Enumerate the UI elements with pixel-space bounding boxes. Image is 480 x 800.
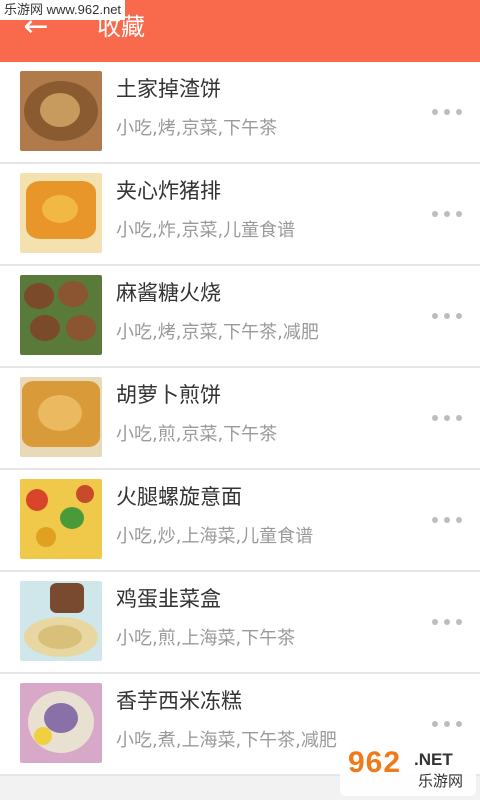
logo-site-name: 乐游网: [418, 772, 464, 790]
list-item[interactable]: 胡萝卜煎饼 小吃,煎,京菜,下午茶: [0, 368, 480, 470]
recipe-name: 香芋西米冻糕: [116, 689, 242, 713]
list-item[interactable]: 麻酱糖火烧 小吃,烤,京菜,下午茶,减肥: [0, 266, 480, 368]
recipe-thumbnail: [20, 173, 102, 253]
recipe-tags: 小吃,烤,京菜,下午茶: [116, 118, 278, 139]
list-item[interactable]: 土家掉渣饼 小吃,烤,京菜,下午茶: [0, 62, 480, 164]
more-options-icon[interactable]: [432, 102, 462, 122]
more-options-icon[interactable]: [432, 306, 462, 326]
recipe-name: 麻酱糖火烧: [116, 281, 221, 305]
recipe-tags: 小吃,炸,京菜,儿童食谱: [116, 220, 296, 241]
recipe-name: 胡萝卜煎饼: [116, 383, 221, 407]
favorites-list: 土家掉渣饼 小吃,烤,京菜,下午茶 夹心炸猪排 小吃,炸,京菜,儿童食谱 麻酱糖…: [0, 62, 480, 776]
recipe-thumbnail: [20, 275, 102, 355]
more-options-icon[interactable]: [432, 714, 462, 734]
recipe-tags: 小吃,烤,京菜,下午茶,减肥: [116, 322, 319, 343]
recipe-thumbnail: [20, 71, 102, 151]
recipe-tags: 小吃,煎,京菜,下午茶: [116, 424, 278, 445]
logo-number: 962: [348, 746, 402, 779]
recipe-tags: 小吃,炒,上海菜,儿童食谱: [116, 526, 314, 547]
more-options-icon[interactable]: [432, 510, 462, 530]
recipe-name: 鸡蛋韭菜盒: [116, 587, 221, 611]
site-watermark: 乐游网 www.962.net: [0, 0, 126, 20]
more-options-icon[interactable]: [432, 612, 462, 632]
recipe-name: 土家掉渣饼: [116, 77, 221, 101]
recipe-name: 夹心炸猪排: [116, 179, 221, 203]
recipe-tags: 小吃,煮,上海菜,下午茶,减肥: [116, 730, 337, 751]
list-item[interactable]: 鸡蛋韭菜盒 小吃,煎,上海菜,下午茶: [0, 572, 480, 674]
recipe-thumbnail: [20, 479, 102, 559]
more-options-icon[interactable]: [432, 204, 462, 224]
list-item[interactable]: 夹心炸猪排 小吃,炸,京菜,儿童食谱: [0, 164, 480, 266]
site-logo: 962 .NET 乐游网: [340, 744, 476, 796]
recipe-thumbnail: [20, 581, 102, 661]
more-options-icon[interactable]: [432, 408, 462, 428]
recipe-thumbnail: [20, 683, 102, 763]
recipe-name: 火腿螺旋意面: [116, 485, 242, 509]
list-item[interactable]: 火腿螺旋意面 小吃,炒,上海菜,儿童食谱: [0, 470, 480, 572]
logo-net: .NET: [414, 750, 453, 769]
recipe-thumbnail: [20, 377, 102, 457]
recipe-tags: 小吃,煎,上海菜,下午茶: [116, 628, 296, 649]
